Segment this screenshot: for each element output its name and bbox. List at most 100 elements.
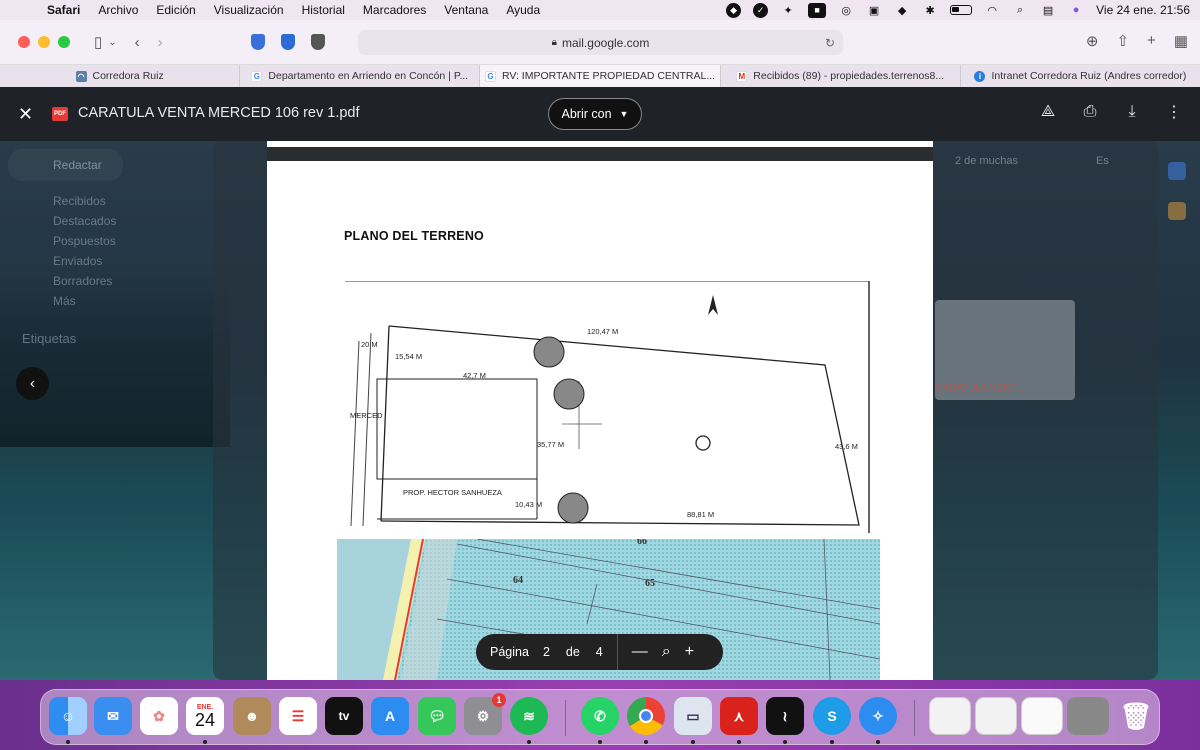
reload-icon[interactable]: ↻ <box>825 36 835 50</box>
acrobat-icon[interactable]: ⋏ <box>720 697 758 735</box>
minimized-window-thumbnail[interactable] <box>929 697 971 735</box>
trash-icon[interactable]: 🗑︎ <box>1117 697 1155 735</box>
previous-attachment-button[interactable]: ‹ <box>16 367 49 400</box>
folder-borradores[interactable]: Borradores <box>8 271 123 291</box>
tab-recibidos[interactable]: M Recibidos (89) - propiedades.terrenos8… <box>721 65 961 87</box>
gmail-lang[interactable]: Es <box>1096 155 1109 167</box>
calendar-icon[interactable]: ENE. 24 <box>186 697 224 735</box>
address-bar[interactable]: 🔒︎ mail.google.com ↻ <box>358 30 843 55</box>
menu-ventana[interactable]: Ventana <box>435 3 497 17</box>
minimize-window-button[interactable] <box>38 36 50 48</box>
camera-icon[interactable]: ■ <box>808 2 827 18</box>
folder-enviados[interactable]: Enviados <box>8 251 123 271</box>
menu-visualizacion[interactable]: Visualización <box>205 3 293 17</box>
mail-icon[interactable]: ✉ <box>94 697 132 735</box>
running-indicator <box>783 740 787 744</box>
close-window-button[interactable] <box>18 36 30 48</box>
dim-left-top: 15,54 M <box>395 352 422 361</box>
tab-intranet[interactable]: i Intranet Corredora Ruiz (Andres corred… <box>961 65 1200 87</box>
shield-icon[interactable]: ◆ <box>894 3 910 17</box>
zoom-fit-icon[interactable]: ⌕ <box>662 643 671 661</box>
vpn-shield-icon[interactable]: ◆ <box>726 2 742 18</box>
tab-departamento[interactable]: G Departamento en Arriendo en Concón | P… <box>240 65 481 87</box>
keep-addon-icon[interactable] <box>1168 162 1186 180</box>
page-navigation: Página 2 de 4 — ⌕ + <box>476 634 723 670</box>
battery-icon[interactable] <box>950 5 973 15</box>
forward-button[interactable]: › <box>158 34 163 51</box>
more-options-icon[interactable]: ⋮ <box>1164 102 1184 122</box>
safari-icon[interactable]: ✧ <box>859 697 897 735</box>
creative-cloud-icon[interactable]: ◎ <box>838 3 854 17</box>
search-icon[interactable]: ⌕ <box>1012 3 1028 17</box>
reminders-icon[interactable]: ☰ <box>279 697 317 735</box>
system-settings-icon[interactable]: ⚙ 1 <box>464 693 506 735</box>
minimized-window-thumbnail[interactable] <box>1021 697 1063 735</box>
plan-title: PLANO DEL TERRENO <box>344 229 484 243</box>
compose-button[interactable]: Redactar <box>8 149 123 181</box>
lot-front-line <box>380 325 390 522</box>
menu-archivo[interactable]: Archivo <box>89 3 147 17</box>
elephant-icon[interactable]: ✦ <box>780 3 796 17</box>
pager-divider <box>616 634 618 670</box>
menu-marcadores[interactable]: Marcadores <box>354 3 435 17</box>
compose-label: Redactar <box>53 158 102 172</box>
vpn-extension-icon[interactable] <box>280 34 295 50</box>
app-store-icon[interactable]: A <box>371 697 409 735</box>
apple-tv-icon[interactable]: tv <box>325 697 363 735</box>
bluetooth-icon[interactable]: ✱ <box>922 3 938 17</box>
briefcase-icon[interactable]: ▣ <box>866 3 882 17</box>
back-button[interactable]: ‹ <box>135 34 140 51</box>
page-label: Página <box>490 645 529 659</box>
minimized-window-thumbnail[interactable] <box>1067 697 1109 735</box>
messages-icon[interactable]: 💬︎ <box>418 697 456 735</box>
menu-ayuda[interactable]: Ayuda <box>497 3 549 17</box>
wifi-icon[interactable]: ◠ <box>984 3 1000 17</box>
menu-edicion[interactable]: Edición <box>147 3 204 17</box>
menu-app-safari[interactable]: Safari <box>38 3 89 17</box>
close-viewer-button[interactable]: ✕ <box>18 104 33 125</box>
tab-corredora-ruiz[interactable]: ◠ Corredora Ruiz <box>0 65 241 87</box>
folder-recibidos[interactable]: Recibidos <box>8 191 123 211</box>
spotify-icon[interactable]: ≋ <box>510 697 548 735</box>
tab-overview-icon[interactable]: ▦ <box>1174 32 1188 50</box>
page-number-input[interactable]: 2 <box>543 645 550 659</box>
tab-rv-importante[interactable]: G RV: IMPORTANTE PROPIEDAD CENTRAL... <box>480 65 721 87</box>
calendar-addon-icon[interactable] <box>1168 202 1186 220</box>
menu-historial[interactable]: Historial <box>293 3 354 17</box>
skype-icon[interactable]: S <box>813 697 851 735</box>
whatsapp-icon[interactable]: ✆ <box>581 697 619 735</box>
zoom-window-button[interactable] <box>58 36 70 48</box>
privacy-shield-icon[interactable] <box>310 34 325 50</box>
sidebar-toggle-icon[interactable]: ▯ <box>94 33 102 51</box>
voice-memos-icon[interactable]: ≀ <box>766 697 804 735</box>
preview-icon[interactable]: ▭ <box>674 697 712 735</box>
folder-pospuestos[interactable]: Pospuestos <box>8 231 123 251</box>
pdf-filename: CARATULA VENTA MERCED 106 rev 1.pdf <box>78 105 360 121</box>
contacts-icon[interactable]: ☻ <box>233 697 271 735</box>
add-to-drive-icon[interactable]: ⟁ <box>1038 102 1058 122</box>
photos-icon[interactable]: ✿ <box>140 697 178 735</box>
open-with-button[interactable]: Abrir con ▼ <box>548 98 642 130</box>
siri-icon[interactable]: ● <box>1068 3 1084 17</box>
caret-down-icon: ▼ <box>619 109 629 119</box>
folder-mas[interactable]: Más <box>8 291 123 311</box>
check-circle-icon[interactable]: ✓ <box>753 2 769 18</box>
downloads-icon[interactable]: ⊕ <box>1086 32 1099 50</box>
tab-label: Corredora Ruiz <box>92 70 164 82</box>
print-icon[interactable]: ⎙ <box>1080 102 1100 122</box>
finder-icon[interactable]: ☺ <box>49 697 87 735</box>
new-tab-button[interactable]: + <box>1147 32 1156 50</box>
menubar-clock[interactable]: Vie 24 ene. 21:56 <box>1096 3 1190 17</box>
folder-destacados[interactable]: Destacados <box>8 211 123 231</box>
zoom-in-button[interactable]: + <box>685 643 694 661</box>
minimized-window-thumbnail[interactable] <box>975 697 1017 735</box>
bitwarden-shield-icon[interactable] <box>250 34 265 50</box>
share-icon[interactable]: ⇧ <box>1116 32 1129 50</box>
running-indicator <box>527 740 531 744</box>
zoom-out-button[interactable]: — <box>632 643 648 661</box>
chrome-icon[interactable] <box>627 697 665 735</box>
control-center-icon[interactable]: ▤ <box>1040 3 1056 17</box>
land-plan-drawing: 120,47 M 20 M 15,54 M 42,7 M 35,77 M 43,… <box>345 281 870 533</box>
chevron-down-icon[interactable]: ⌄ <box>108 37 116 48</box>
download-icon[interactable]: ⤓ <box>1122 102 1142 122</box>
